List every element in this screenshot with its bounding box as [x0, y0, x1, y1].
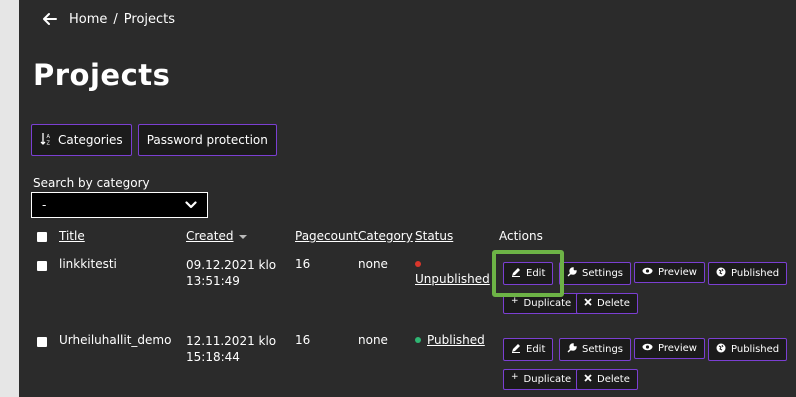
- preview-label: Preview: [658, 343, 697, 354]
- arrow-left-icon[interactable]: [41, 10, 59, 28]
- column-header-status-link[interactable]: Status: [415, 229, 453, 243]
- column-header-title[interactable]: Title: [59, 229, 85, 243]
- breadcrumb: Home / Projects: [41, 10, 175, 28]
- column-header-pagecount[interactable]: Pagecount: [295, 229, 358, 243]
- row-1-preview-button[interactable]: Preview: [634, 262, 705, 283]
- edit-label: Edit: [526, 268, 546, 279]
- row-2-duplicate-button[interactable]: + Duplicate: [503, 369, 580, 390]
- select-all-checkbox[interactable]: [37, 231, 47, 245]
- sort-desc-icon: [239, 229, 248, 243]
- row-1-created-date: 09.12.2021 klo: [186, 258, 277, 272]
- edit-label: Edit: [526, 344, 546, 355]
- column-header-category[interactable]: Category: [358, 229, 413, 243]
- svg-text:Z: Z: [47, 140, 51, 146]
- plus-icon: +: [511, 371, 519, 382]
- row-1-title: linkkitesti: [59, 257, 117, 271]
- row-1-pagecount: 16: [295, 257, 311, 271]
- breadcrumb-current: Projects: [123, 11, 176, 27]
- wrench-icon: [567, 267, 577, 280]
- duplicate-label: Duplicate: [523, 298, 572, 309]
- x-icon: [584, 298, 592, 309]
- delete-label: Delete: [597, 298, 630, 309]
- status-dot-green: [415, 337, 421, 343]
- row-1-edit-button[interactable]: Edit: [503, 262, 554, 285]
- row-2-created-date: 12.11.2021 klo: [186, 334, 277, 348]
- column-header-pagecount-link[interactable]: Pagecount: [295, 229, 358, 243]
- password-protection-label: Password protection: [146, 133, 268, 147]
- row-2-settings-button[interactable]: Settings: [559, 338, 632, 361]
- chevron-down-icon: [185, 201, 197, 209]
- globe-icon: [716, 267, 726, 280]
- category-select-value: -: [42, 198, 47, 212]
- duplicate-label: Duplicate: [523, 374, 572, 385]
- sort-alpha-icon: A Z: [40, 132, 52, 149]
- search-by-category-label: Search by category: [33, 176, 150, 190]
- settings-label: Settings: [582, 268, 624, 279]
- pencil-icon: [511, 343, 521, 356]
- pencil-icon: [511, 267, 521, 280]
- row-2-status: Published: [415, 333, 485, 347]
- settings-label: Settings: [582, 344, 624, 355]
- row-1-created-time: 13:51:49: [186, 274, 240, 288]
- categories-button[interactable]: A Z Categories: [31, 124, 132, 156]
- row-1-settings-button[interactable]: Settings: [559, 262, 632, 285]
- page-title: Projects: [33, 58, 171, 92]
- column-header-category-link[interactable]: Category: [358, 229, 413, 243]
- password-protection-button[interactable]: Password protection: [137, 124, 277, 156]
- column-header-status[interactable]: Status: [415, 229, 453, 243]
- column-header-actions: Actions: [499, 229, 543, 243]
- delete-label: Delete: [597, 374, 630, 385]
- top-buttons: A Z Categories Password protection: [31, 124, 277, 156]
- column-header-title-link[interactable]: Title: [59, 229, 85, 243]
- status-dot-red: [415, 261, 421, 267]
- breadcrumb-home[interactable]: Home: [69, 12, 107, 27]
- row-1-status-link[interactable]: Unpublished: [415, 272, 490, 286]
- row-1-duplicate-button[interactable]: + Duplicate: [503, 293, 580, 314]
- row-2-delete-button[interactable]: Delete: [576, 369, 638, 390]
- row-2-created: 12.11.2021 klo 15:18:44: [186, 333, 276, 365]
- projects-panel: Home / Projects Projects A Z Categories: [19, 0, 796, 397]
- row-1-created: 09.12.2021 klo 13:51:49: [186, 257, 276, 289]
- screen: Home / Projects Projects A Z Categories: [0, 0, 796, 397]
- row-2-edit-button[interactable]: Edit: [503, 338, 554, 361]
- x-icon: [584, 374, 592, 385]
- preview-label: Preview: [658, 267, 697, 278]
- column-header-created[interactable]: Created: [186, 229, 248, 243]
- row-1-delete-button[interactable]: Delete: [576, 293, 638, 314]
- category-select[interactable]: -: [31, 192, 208, 218]
- row-1-status: Unpublished: [415, 255, 490, 287]
- published-label: Published: [731, 344, 780, 355]
- breadcrumb-separator: /: [113, 11, 118, 27]
- row-1-category: none: [358, 257, 388, 271]
- categories-button-label: Categories: [58, 133, 123, 147]
- published-label: Published: [731, 268, 780, 279]
- row-1-checkbox[interactable]: [37, 260, 47, 274]
- eye-icon: [642, 267, 653, 278]
- row-2-category: none: [358, 333, 388, 347]
- plus-icon: +: [511, 295, 519, 306]
- eye-icon: [642, 343, 653, 354]
- row-2-checkbox[interactable]: [37, 336, 47, 350]
- svg-text:A: A: [47, 134, 51, 140]
- row-2-status-link[interactable]: Published: [427, 333, 485, 347]
- row-2-published-button[interactable]: Published: [708, 338, 788, 361]
- column-header-created-link[interactable]: Created: [186, 229, 234, 243]
- row-2-preview-button[interactable]: Preview: [634, 338, 705, 359]
- wrench-icon: [567, 343, 577, 356]
- row-1-published-button[interactable]: Published: [708, 262, 788, 285]
- row-2-created-time: 15:18:44: [186, 350, 240, 364]
- row-2-pagecount: 16: [295, 333, 311, 347]
- row-2-title: Urheiluhallit_demo: [59, 333, 172, 347]
- globe-icon: [716, 343, 726, 356]
